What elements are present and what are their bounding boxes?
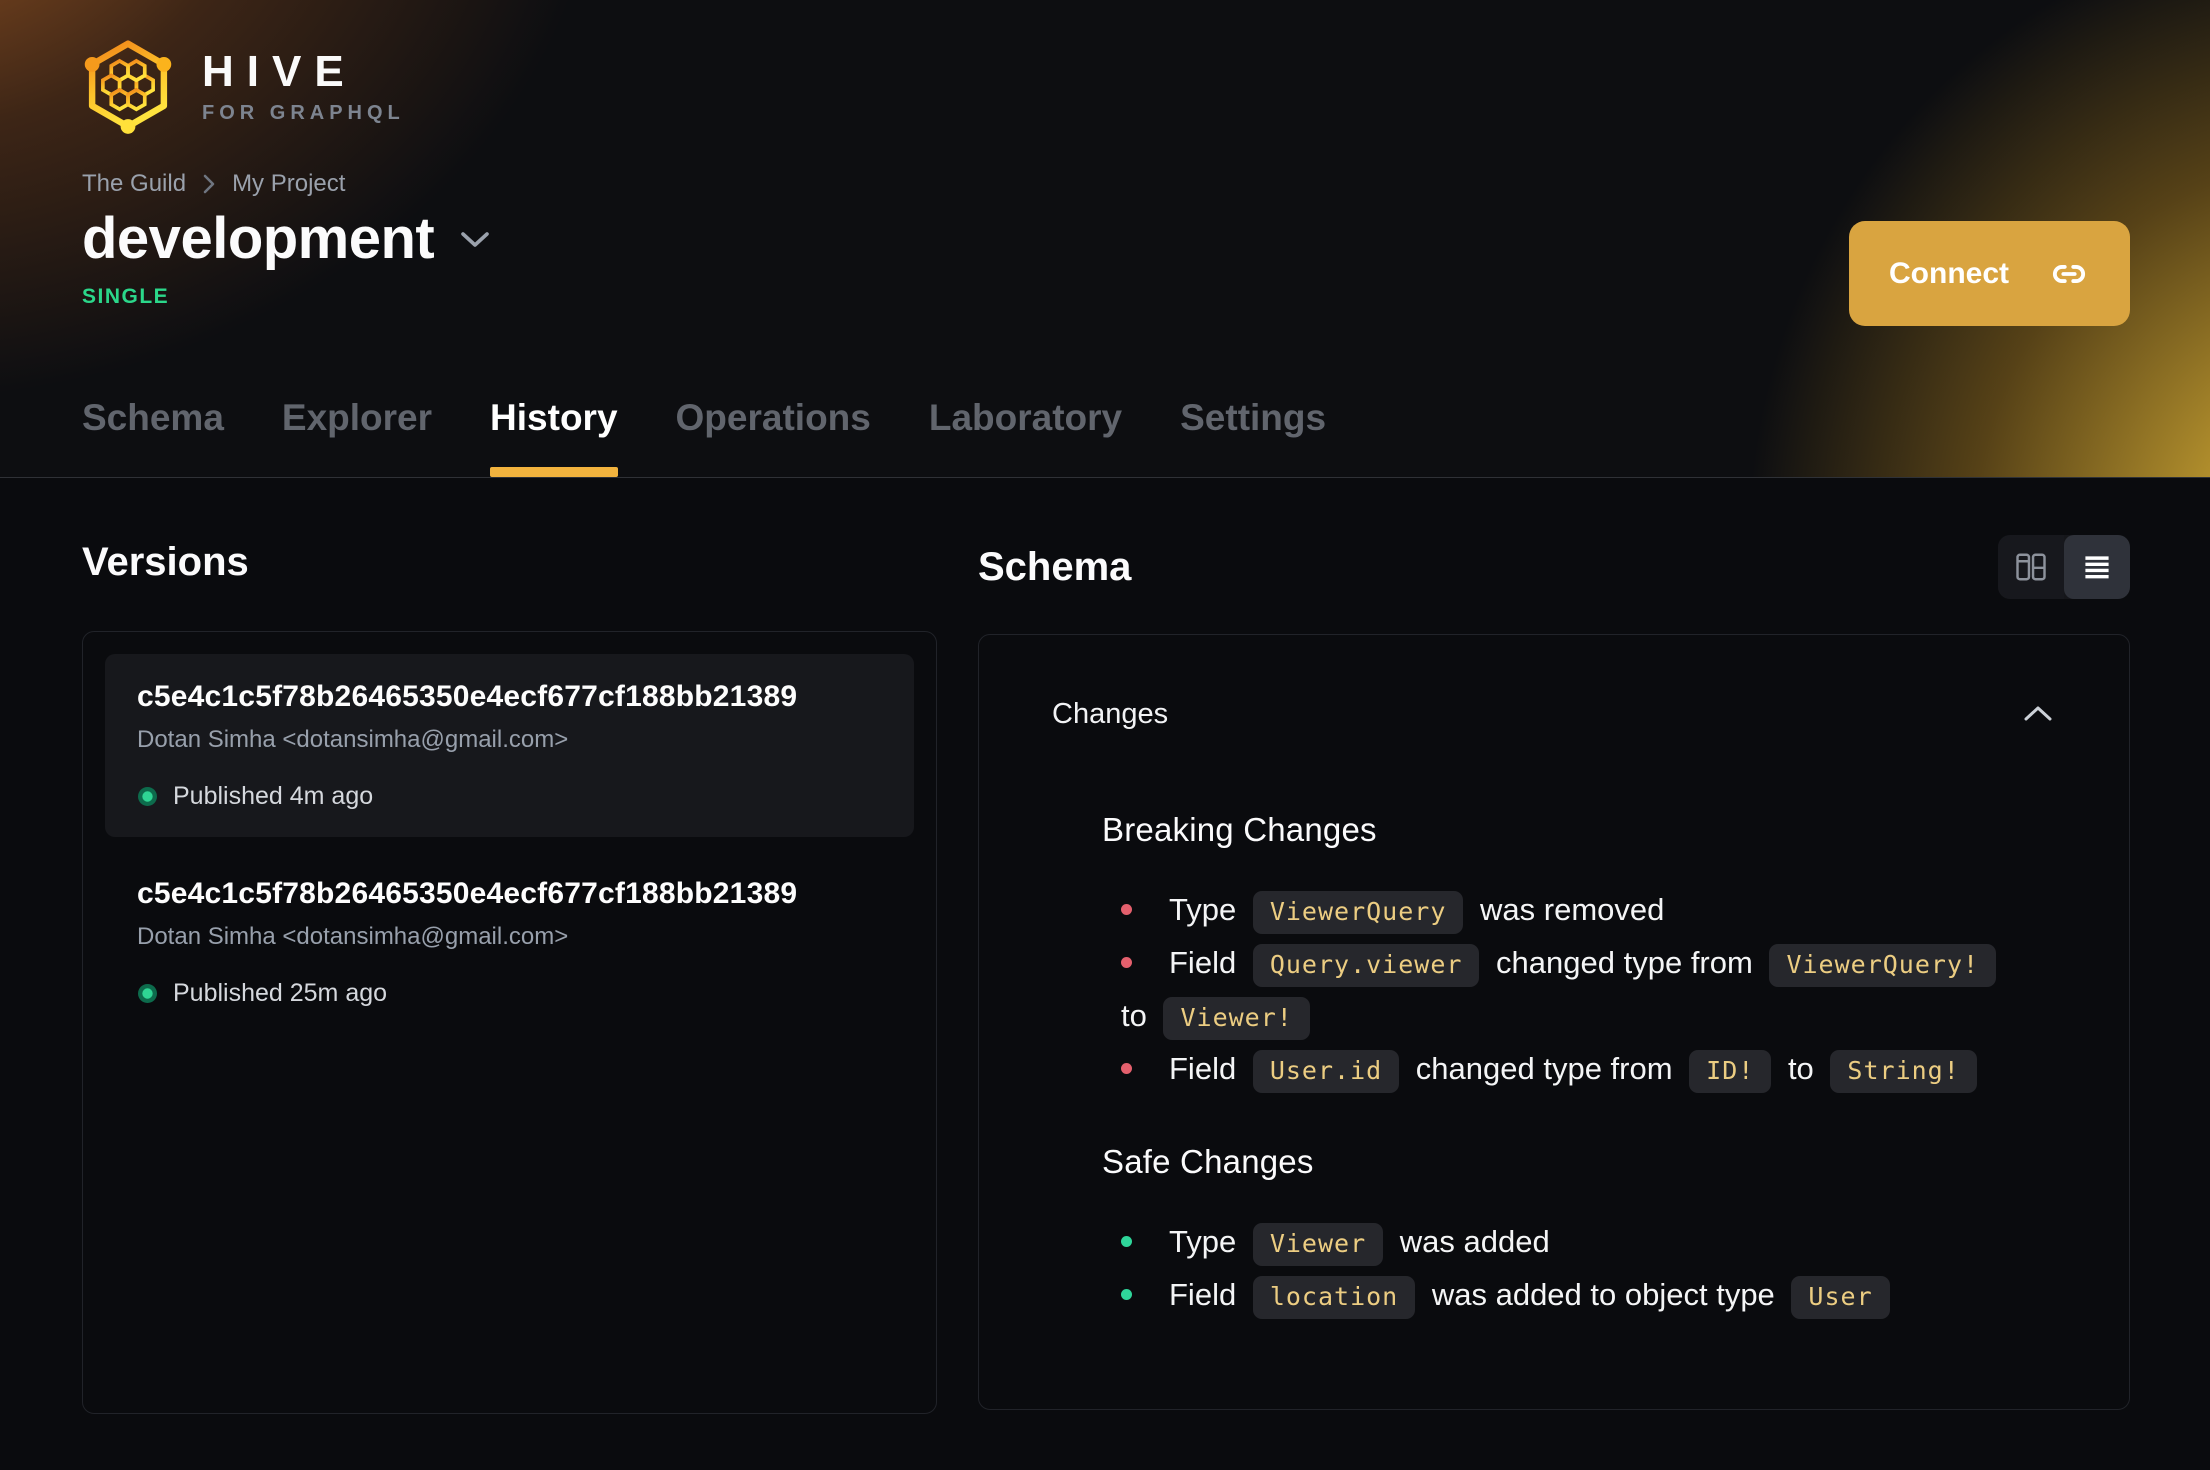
list-view-icon <box>2085 556 2109 579</box>
page-header: HIVE FOR GRAPHQL The Guild My Project de… <box>0 0 2210 478</box>
change-group-safe: Safe Changes Type Viewer was added Field l… <box>1052 1143 2056 1321</box>
breadcrumb-project[interactable]: My Project <box>232 170 345 198</box>
main-content: Versions c5e4c1c5f78b26465350e4ecf677cf1… <box>0 478 2210 1414</box>
change-text: changed type from <box>1407 1051 1682 1086</box>
change-text: to <box>1121 998 1156 1033</box>
bullet-dot-icon <box>1121 1289 1132 1301</box>
code-chip: User <box>1791 1276 1890 1319</box>
columns-view-icon <box>2016 553 2046 581</box>
change-item: Field location was added to object type … <box>1121 1268 2056 1321</box>
columns-view-button[interactable] <box>1998 535 2064 599</box>
tab-explorer[interactable]: Explorer <box>282 398 432 477</box>
change-text: to <box>1779 1051 1823 1086</box>
version-card[interactable]: c5e4c1c5f78b26465350e4ecf677cf188bb21389… <box>105 654 914 837</box>
version-card[interactable]: c5e4c1c5f78b26465350e4ecf677cf188bb21389… <box>105 851 914 1034</box>
breadcrumb-org[interactable]: The Guild <box>82 170 186 198</box>
version-hash: c5e4c1c5f78b26465350e4ecf677cf188bb21389 <box>137 877 798 910</box>
chevron-right-icon <box>203 174 215 194</box>
change-text: Field <box>1169 945 1245 980</box>
version-status: Published 4m ago <box>137 782 882 811</box>
tab-bar: Schema Explorer History Operations Laborator… <box>82 398 2130 477</box>
code-chip: User.id <box>1252 1050 1400 1093</box>
change-text: Field <box>1169 1051 1245 1086</box>
tab-operations[interactable]: Operations <box>676 398 871 477</box>
changes-label: Changes <box>1052 698 1169 730</box>
change-item: Type Viewer was added <box>1121 1215 2056 1268</box>
versions-title: Versions <box>82 540 249 584</box>
change-item: Type ViewerQuery was removed <box>1121 883 2056 936</box>
change-text: Type <box>1169 892 1245 927</box>
brand-name: HIVE <box>202 46 357 96</box>
collapse-button[interactable] <box>2020 701 2056 729</box>
schema-changes-panel: Changes Breaking Changes Type ViewerQuery… <box>978 634 2130 1410</box>
bullet-dot-icon <box>1121 904 1132 916</box>
published-dot-icon <box>138 984 157 1003</box>
code-chip: ID! <box>1689 1050 1772 1093</box>
link-icon <box>2052 264 2086 283</box>
version-hash: c5e4c1c5f78b26465350e4ecf677cf188bb21389 <box>137 680 798 713</box>
version-status-text: Published 25m ago <box>173 979 388 1007</box>
page-title: development <box>82 206 435 271</box>
tab-settings[interactable]: Settings <box>1180 398 1326 477</box>
versions-list: c5e4c1c5f78b26465350e4ecf677cf188bb21389… <box>82 631 937 1414</box>
published-dot-icon <box>138 787 157 806</box>
view-toggle <box>1998 535 2130 599</box>
changes-section-header[interactable]: Changes <box>1052 635 2056 731</box>
bullet-dot-icon <box>1121 1236 1132 1248</box>
code-chip: ViewerQuery <box>1252 891 1464 934</box>
change-item: Field Query.viewer changed type from Vie… <box>1121 936 2056 1042</box>
change-group-title: Breaking Changes <box>1102 811 1377 848</box>
changes-body: Breaking Changes Type ViewerQuery was rem… <box>1052 811 2056 1321</box>
change-text: was added to object type <box>1423 1277 1784 1312</box>
bullet-dot-icon <box>1121 957 1132 969</box>
change-text: was added <box>1391 1224 1550 1259</box>
code-chip: Viewer! <box>1163 997 1310 1040</box>
change-group-breaking: Breaking Changes Type ViewerQuery was rem… <box>1052 811 2056 1095</box>
change-text: Type <box>1169 1224 1245 1259</box>
change-item: Field User.id changed type from ID! to S… <box>1121 1042 2056 1095</box>
change-group-title: Safe Changes <box>1102 1143 1314 1180</box>
connect-button[interactable]: Connect <box>1849 221 2130 326</box>
code-chip: String! <box>1830 1050 1977 1093</box>
code-chip: ViewerQuery! <box>1769 944 1997 987</box>
target-mode-badge: SINGLE <box>82 284 170 308</box>
tab-laboratory[interactable]: Laboratory <box>929 398 1122 477</box>
version-status: Published 25m ago <box>137 979 882 1008</box>
schema-title: Schema <box>978 544 1132 589</box>
change-text: Field <box>1169 1277 1245 1312</box>
schema-column: Schema Changes Breaking Changes Type Vie… <box>978 478 2130 1414</box>
versions-column: Versions c5e4c1c5f78b26465350e4ecf677cf1… <box>82 478 937 1414</box>
change-text: changed type from <box>1487 945 1762 980</box>
change-list: Type Viewer was added Field location was … <box>1121 1215 2056 1321</box>
brand-tagline: FOR GRAPHQL <box>202 101 405 124</box>
tab-schema[interactable]: Schema <box>82 398 224 477</box>
list-view-button[interactable] <box>2064 535 2130 599</box>
code-chip: location <box>1252 1276 1416 1319</box>
version-status-text: Published 4m ago <box>173 782 374 810</box>
hive-logo-icon <box>84 40 172 134</box>
code-chip: Viewer <box>1252 1223 1384 1266</box>
tab-history[interactable]: History <box>490 398 619 477</box>
chevron-up-icon <box>2024 706 2052 720</box>
code-chip: Query.viewer <box>1252 944 1480 987</box>
change-list: Type ViewerQuery was removed Field Query.… <box>1121 883 2056 1095</box>
version-author: Dotan Simha <dotansimha@gmail.com> <box>137 923 569 950</box>
bullet-dot-icon <box>1121 1063 1132 1075</box>
connect-button-label: Connect <box>1889 256 2009 290</box>
brand-logo[interactable]: HIVE FOR GRAPHQL <box>82 38 2130 134</box>
breadcrumb: The Guild My Project <box>82 170 2130 198</box>
change-text: was removed <box>1471 892 1665 927</box>
chevron-down-icon[interactable] <box>460 230 490 249</box>
version-author: Dotan Simha <dotansimha@gmail.com> <box>137 726 569 753</box>
